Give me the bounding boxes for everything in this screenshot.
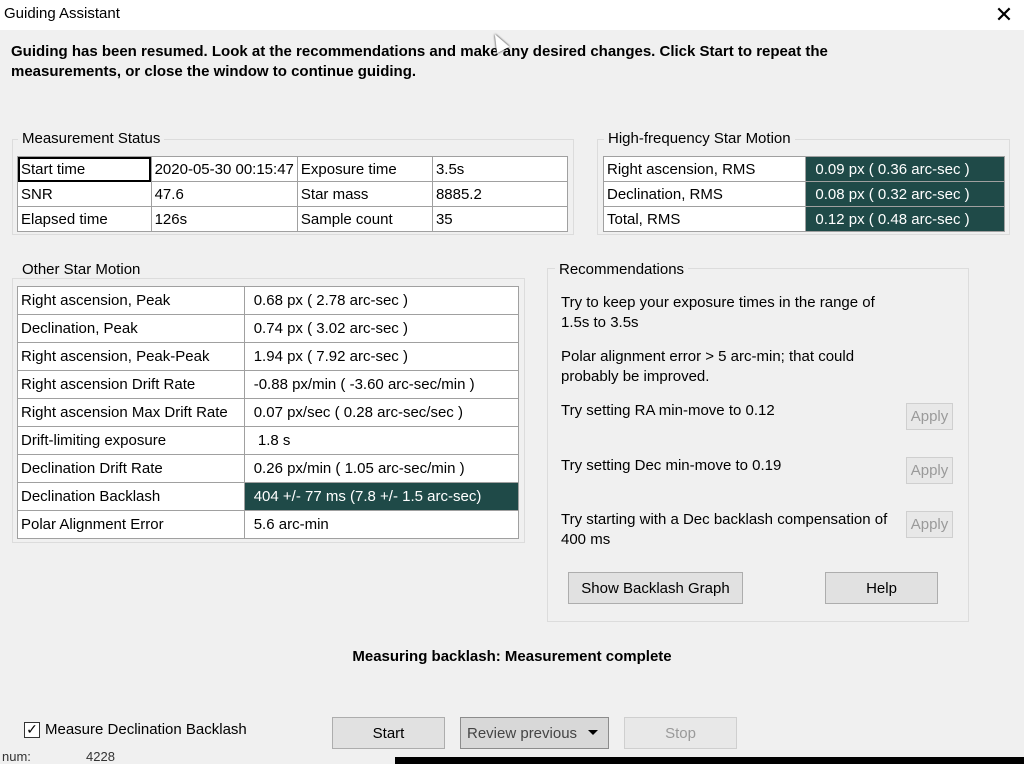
cell[interactable]: Star mass (296, 181, 433, 207)
table-row: Elapsed time 126s Sample count 35 (17, 206, 569, 232)
cell[interactable]: 1.94 px ( 7.92 arc-sec ) (243, 342, 520, 371)
cell[interactable]: Declination, RMS (602, 181, 807, 207)
status-text: Measuring backlash: Measurement complete (352, 648, 672, 665)
cell[interactable]: 0.74 px ( 3.02 arc-sec ) (243, 314, 520, 343)
cell[interactable]: Declination Drift Rate (17, 454, 245, 483)
cell[interactable]: 0.09 px ( 0.36 arc-sec ) (805, 156, 1005, 182)
help-button[interactable]: Help (825, 572, 938, 604)
stop-button[interactable]: Stop (624, 717, 737, 749)
other-motion-label: Other Star Motion (18, 261, 145, 278)
show-backlash-graph-button[interactable]: Show Backlash Graph (568, 572, 743, 604)
window-title: Guiding Assistant (4, 5, 120, 22)
cell[interactable]: 126s (150, 206, 298, 232)
cell[interactable]: Start time (17, 156, 152, 182)
apply-dec-backlash-button[interactable]: Apply (906, 511, 953, 538)
cell[interactable]: 0.12 px ( 0.48 arc-sec ) (805, 206, 1005, 232)
measurement-status-label: Measurement Status (18, 130, 165, 147)
start-button[interactable]: Start (332, 717, 445, 749)
cell[interactable]: Right ascension, Peak (17, 286, 245, 315)
measure-backlash-label[interactable]: Measure Declination Backlash (45, 721, 247, 738)
cell[interactable]: Exposure time (296, 156, 433, 182)
cell[interactable]: Right ascension Max Drift Rate (17, 398, 245, 427)
table-row: Start time 2020-05-30 00:15:47 Exposure … (17, 156, 569, 182)
background-value: 4228 (86, 752, 115, 764)
table-row: Right ascension, Peak 0.68 px ( 2.78 arc-… (17, 286, 520, 315)
chevron-down-icon (588, 730, 598, 735)
guiding-assistant-window: Guiding Assistant ✕ Guiding has been res… (0, 0, 1024, 764)
other-motion-table: Right ascension, Peak 0.68 px ( 2.78 arc-… (17, 286, 520, 539)
measurement-status-table: Start time 2020-05-30 00:15:47 Exposure … (17, 156, 569, 232)
hf-motion-table: Right ascension, RMS 0.09 px ( 0.36 arc-… (602, 156, 1005, 232)
cell[interactable]: Drift-limiting exposure (17, 426, 245, 455)
dec-backlash-recommendation: Try starting with a Dec backlash compens… (561, 511, 888, 548)
cell[interactable]: Polar Alignment Error (17, 510, 245, 539)
cell[interactable]: 0.68 px ( 2.78 arc-sec ) (243, 286, 520, 315)
cell[interactable]: 2020-05-30 00:15:47 (150, 156, 298, 182)
background-label: num: (2, 752, 31, 764)
measure-backlash-checkbox[interactable]: ✓ (24, 722, 40, 738)
table-row: Drift-limiting exposure 1.8 s (17, 426, 520, 455)
cell[interactable]: Right ascension Drift Rate (17, 370, 245, 399)
review-previous-label: Review previous (467, 724, 578, 742)
cell[interactable]: Right ascension, RMS (602, 156, 807, 182)
cell[interactable]: 47.6 (150, 181, 298, 207)
cell[interactable]: 35 (431, 206, 569, 232)
review-previous-dropdown[interactable]: Review previous (460, 717, 609, 749)
dec-minmove-recommendation: Try setting Dec min-move to 0.19 (561, 457, 782, 474)
cell[interactable]: 404 +/- 77 ms (7.8 +/- 1.5 arc-sec) (243, 482, 520, 511)
cell[interactable]: SNR (17, 181, 152, 207)
cell[interactable]: 0.08 px ( 0.32 arc-sec ) (805, 181, 1005, 207)
table-row: Declination Backlash 404 +/- 77 ms (7.8 +… (17, 482, 520, 511)
cell[interactable]: 0.07 px/sec ( 0.28 arc-sec/sec ) (243, 398, 520, 427)
cell[interactable]: Total, RMS (602, 206, 807, 232)
table-row: Declination Drift Rate 0.26 px/min ( 1.05… (17, 454, 520, 483)
cell[interactable]: Sample count (296, 206, 433, 232)
polar-recommendation: Polar alignment error > 5 arc-min; that … (561, 348, 855, 385)
cell[interactable]: Declination Backlash (17, 482, 245, 511)
cell[interactable]: 3.5s (431, 156, 569, 182)
cell[interactable]: 1.8 s (243, 426, 520, 455)
cell[interactable]: 8885.2 (431, 181, 569, 207)
apply-dec-minmove-button[interactable]: Apply (906, 457, 953, 484)
table-row: Polar Alignment Error 5.6 arc-min (17, 510, 520, 539)
cell[interactable]: Elapsed time (17, 206, 152, 232)
cell[interactable]: Declination, Peak (17, 314, 245, 343)
table-row: Declination, Peak 0.74 px ( 3.02 arc-sec … (17, 314, 520, 343)
cell[interactable]: 5.6 arc-min (243, 510, 520, 539)
cell[interactable]: 0.26 px/min ( 1.05 arc-sec/min ) (243, 454, 520, 483)
title-bar: Guiding Assistant ✕ (0, 0, 1024, 30)
intro-text: Guiding has been resumed. Look at the re… (11, 43, 828, 80)
exposure-recommendation: Try to keep your exposure times in the r… (561, 294, 875, 331)
background-app-strip: num: 4228 (0, 752, 1024, 764)
table-row: Right ascension Max Drift Rate 0.07 px/se… (17, 398, 520, 427)
table-row: Total, RMS 0.12 px ( 0.48 arc-sec ) (602, 206, 1005, 232)
table-row: Right ascension Drift Rate -0.88 px/min (… (17, 370, 520, 399)
apply-ra-minmove-button[interactable]: Apply (906, 403, 953, 430)
ra-minmove-recommendation: Try setting RA min-move to 0.12 (561, 402, 775, 419)
table-row: Right ascension, Peak-Peak 1.94 px ( 7.92… (17, 342, 520, 371)
table-row: Right ascension, RMS 0.09 px ( 0.36 arc-… (602, 156, 1005, 182)
hf-motion-label: High-frequency Star Motion (604, 130, 795, 147)
cell[interactable]: -0.88 px/min ( -3.60 arc-sec/min ) (243, 370, 520, 399)
cell[interactable]: Right ascension, Peak-Peak (17, 342, 245, 371)
close-icon[interactable]: ✕ (984, 0, 1024, 30)
table-row: SNR 47.6 Star mass 8885.2 (17, 181, 569, 207)
background-dark-area (395, 757, 1024, 764)
recommendations-label: Recommendations (555, 261, 689, 278)
table-row: Declination, RMS 0.08 px ( 0.32 arc-sec … (602, 181, 1005, 207)
